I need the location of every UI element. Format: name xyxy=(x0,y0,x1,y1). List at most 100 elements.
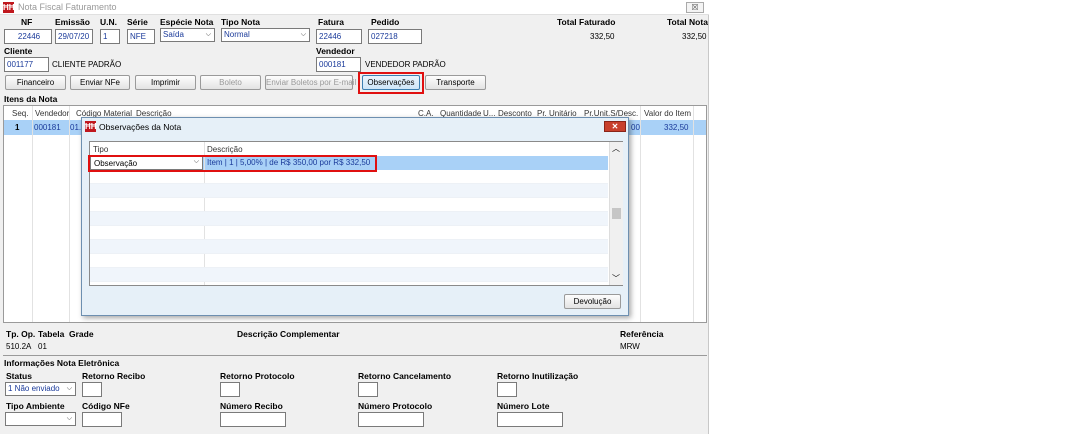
total-faturado-value: 332,50 xyxy=(590,32,615,41)
fatura-input[interactable]: 22446 xyxy=(316,29,362,44)
col-vendedor: Vendedor xyxy=(35,109,70,118)
row-codigo: 01. xyxy=(70,123,82,132)
grade-label: Grade xyxy=(69,329,94,339)
pedido-input[interactable]: 027218 xyxy=(368,29,422,44)
chevron-down-icon: ⌵ xyxy=(205,31,211,38)
total-nota-value: 332,50 xyxy=(682,32,707,41)
observacoes-button[interactable]: Observações xyxy=(362,75,420,90)
especie-label: Espécie Nota xyxy=(160,17,214,27)
retorno-recibo-label: Retorno Recibo xyxy=(82,371,146,381)
devolucao-button[interactable]: Devolução xyxy=(564,294,621,309)
pedido-label: Pedido xyxy=(371,17,400,27)
col-descricao: Descrição xyxy=(207,145,243,154)
scroll-down-icon[interactable]: ﹀ xyxy=(612,273,620,284)
tp-op-value: 510.2A xyxy=(6,342,32,351)
grid-line xyxy=(32,106,33,322)
title-bar: ĦĦ Nota Fiscal Faturamento ☒ xyxy=(0,0,709,15)
grid-line xyxy=(640,106,641,322)
dialog-close-button[interactable]: ✕ xyxy=(604,121,626,132)
retorno-cancelamento-label: Retorno Cancelamento xyxy=(358,371,452,381)
un-input[interactable]: 1 xyxy=(100,29,120,44)
col-valor: Valor do Item xyxy=(644,109,691,118)
retorno-inutilizacao-input[interactable] xyxy=(497,382,517,397)
serie-input[interactable]: NFE xyxy=(127,29,155,44)
numero-lote-label: Número Lote xyxy=(497,401,550,411)
row-valor: 332,50 xyxy=(664,123,689,132)
dialog-scrollbar[interactable]: ︿ ﹀ xyxy=(609,142,623,285)
list-item[interactable] xyxy=(90,240,608,254)
scroll-thumb[interactable] xyxy=(612,208,621,219)
chevron-down-icon: ⌵ xyxy=(66,385,72,392)
fatura-label: Fatura xyxy=(318,17,344,27)
descricao-value: Item | 1 | 5,00% | de R$ 350,00 por R$ 3… xyxy=(207,158,371,167)
col-tipo: Tipo xyxy=(93,145,109,154)
tabela-label: Tabela xyxy=(38,329,65,339)
list-item[interactable] xyxy=(90,212,608,226)
scroll-up-icon[interactable]: ︿ xyxy=(612,143,620,154)
list-item[interactable] xyxy=(90,170,608,184)
nf-input[interactable]: 22446 xyxy=(4,29,52,44)
tipo-select[interactable]: Observação ⌵ xyxy=(90,156,203,170)
retorno-protocolo-label: Retorno Protocolo xyxy=(220,371,295,381)
codigo-nfe-label: Código NFe xyxy=(82,401,130,411)
tipo-ambiente-label: Tipo Ambiente xyxy=(6,401,65,411)
status-select[interactable]: 1 Não enviado ⌵ xyxy=(5,382,76,396)
cliente-name: CLIENTE PADRÃO xyxy=(52,60,122,69)
retorno-cancelamento-input[interactable] xyxy=(358,382,378,397)
tipo-nota-select[interactable]: Normal ⌵ xyxy=(221,28,310,42)
grid-line xyxy=(69,106,70,322)
financeiro-button[interactable]: Financeiro xyxy=(5,75,66,90)
observacoes-dialog[interactable]: ĦĦ Observações da Nota ✕ Tipo Descrição … xyxy=(81,117,629,316)
status-label: Status xyxy=(6,371,32,381)
app-logo-icon: ĦĦ xyxy=(3,2,15,13)
tipo-value: Observação xyxy=(94,159,138,168)
retorno-protocolo-input[interactable] xyxy=(220,382,240,397)
row-vendedor: 000181 xyxy=(34,123,61,132)
numero-recibo-label: Número Recibo xyxy=(220,401,283,411)
row-pr-unit-sdesc: 00 xyxy=(631,123,640,132)
numero-protocolo-label: Número Protocolo xyxy=(358,401,433,411)
list-item[interactable] xyxy=(90,268,608,282)
cliente-code-input[interactable]: 001177 xyxy=(4,57,49,72)
imprimir-button[interactable]: Imprimir xyxy=(135,75,196,90)
vendedor-name: VENDEDOR PADRÃO xyxy=(365,60,446,69)
observacao-row[interactable]: Observação ⌵ Item | 1 | 5,00% | de R$ 35… xyxy=(90,156,608,170)
items-section-title: Itens da Nota xyxy=(4,94,58,104)
main-window: ĦĦ Nota Fiscal Faturamento ☒ NF Emissão … xyxy=(0,0,709,434)
chevron-down-icon: ⌵ xyxy=(66,415,72,422)
col-seq: Seq. xyxy=(12,109,29,118)
numero-lote-input[interactable] xyxy=(497,412,563,427)
especie-select[interactable]: Saída ⌵ xyxy=(160,28,215,42)
tipo-nota-value: Normal xyxy=(224,30,250,39)
emissao-input[interactable]: 29/07/20 xyxy=(55,29,93,44)
tp-op-label: Tp. Op. xyxy=(6,329,36,339)
numero-protocolo-input[interactable] xyxy=(358,412,424,427)
enviar-boletos-button[interactable]: Enviar Boletos por E-mail xyxy=(265,75,356,90)
retorno-recibo-input[interactable] xyxy=(82,382,102,397)
emissao-label: Emissão xyxy=(55,17,90,27)
observacoes-grid[interactable]: Tipo Descrição Observação ⌵ Item | 1 | 5… xyxy=(89,141,623,286)
list-item[interactable] xyxy=(90,198,608,212)
window-title: Nota Fiscal Faturamento xyxy=(18,2,117,12)
list-item[interactable] xyxy=(90,226,608,240)
boleto-button[interactable]: Boleto xyxy=(200,75,261,90)
enviar-nfe-button[interactable]: Enviar NFe xyxy=(70,75,130,90)
list-item[interactable] xyxy=(90,184,608,198)
tabela-value: 01 xyxy=(38,342,47,351)
dialog-logo-icon: ĦĦ xyxy=(85,121,97,132)
retorno-inutilizacao-label: Retorno Inutilização xyxy=(497,371,579,381)
tipo-ambiente-select[interactable]: ⌵ xyxy=(5,412,76,426)
referencia-label: Referência xyxy=(620,329,664,339)
vendedor-code-input[interactable]: 000181 xyxy=(316,57,361,72)
window-close-button[interactable]: ☒ xyxy=(686,2,704,13)
chevron-down-icon: ⌵ xyxy=(193,158,199,165)
dialog-title: Observações da Nota xyxy=(99,122,182,132)
numero-recibo-input[interactable] xyxy=(220,412,286,427)
row-seq: 1 xyxy=(15,123,20,132)
divider xyxy=(3,355,707,356)
transporte-button[interactable]: Transporte xyxy=(425,75,486,90)
list-item[interactable] xyxy=(90,254,608,268)
nfe-section-title: Informações Nota Eletrônica xyxy=(4,358,120,368)
vendedor-label: Vendedor xyxy=(316,46,355,56)
codigo-nfe-input[interactable] xyxy=(82,412,122,427)
